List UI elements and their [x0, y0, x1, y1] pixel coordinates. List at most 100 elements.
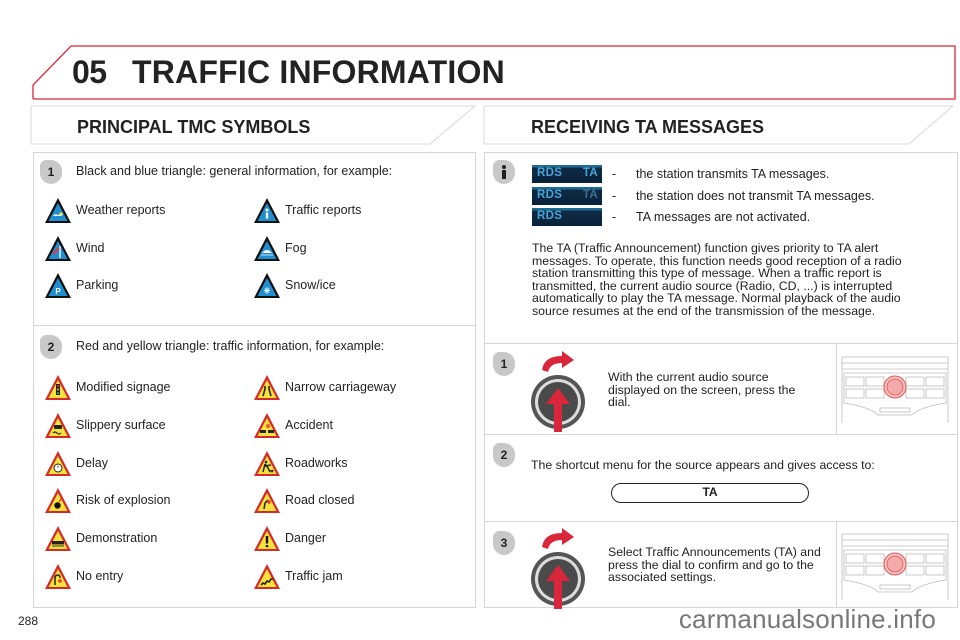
symbol-danger: Danger [253, 524, 326, 552]
demonstration-triangle-icon [45, 526, 71, 551]
slippery-triangle-icon [45, 413, 71, 438]
exclamation-triangle-icon [254, 526, 280, 551]
wind-triangle-icon [45, 236, 71, 261]
symbol-label: Parking [76, 278, 119, 292]
symbol-risk-of-explosion: Risk of explosion [44, 486, 171, 514]
dash: - [612, 210, 617, 224]
group-divider [33, 325, 476, 326]
symbol-label: Slippery surface [76, 418, 166, 432]
rds-row-not-transmit: RDS TA - the station does not transmit T… [532, 187, 875, 205]
step-divider [484, 434, 958, 435]
step-divider [484, 343, 958, 344]
weather-triangle-icon [45, 198, 71, 223]
dash: - [612, 189, 617, 203]
bomb-triangle-icon [45, 488, 71, 513]
symbol-label: Accident [285, 418, 333, 432]
rotary-dial-icon[interactable] [528, 525, 588, 611]
ta-menu-button[interactable]: TA [611, 483, 809, 503]
roadworks-triangle-icon [254, 451, 280, 476]
svg-text:P: P [55, 287, 61, 296]
group2-intro: Red and yellow triangle: traffic informa… [76, 339, 385, 353]
rds-label: RDS [537, 210, 563, 222]
rds-indicator: RDS [532, 208, 602, 226]
fog-triangle-icon [254, 236, 280, 261]
symbol-delay: Delay [44, 449, 108, 477]
rds-description: the station does not transmit TA message… [636, 189, 875, 203]
step-divider [484, 521, 958, 522]
step2-text: The shortcut menu for the source appears… [531, 458, 875, 472]
symbol-snow-ice: Snow/ice [253, 271, 336, 299]
rds-description: TA messages are not activated. [636, 210, 811, 224]
radio-panel-illustration [841, 533, 949, 600]
symbol-weather-reports: Weather reports [44, 196, 165, 224]
road-closed-triangle-icon [254, 488, 280, 513]
section-title-tmc-symbols: PRINCIPAL TMC SYMBOLS [77, 117, 311, 137]
ta-description-paragraph: The TA (Traffic Announcement) function g… [532, 241, 902, 318]
symbol-label: Risk of explosion [76, 493, 171, 507]
dash: - [612, 167, 617, 181]
symbol-label: Roadworks [285, 456, 348, 470]
symbol-label: Weather reports [76, 203, 166, 217]
info-badge [493, 160, 515, 184]
symbol-no-entry: No entry [44, 562, 123, 590]
symbol-parking: P Parking [44, 271, 118, 299]
traffic-jam-triangle-icon [254, 564, 280, 589]
step-image-divider [836, 521, 837, 608]
symbol-road-closed: Road closed [253, 486, 355, 514]
symbol-demonstration: Demonstration [44, 524, 157, 552]
symbol-fog: Fog [253, 234, 307, 262]
step-image-divider [836, 343, 837, 434]
symbol-label: No entry [76, 569, 124, 583]
step-badge-2: 2 [40, 335, 62, 359]
symbol-roadworks: Roadworks [253, 449, 348, 477]
symbol-label: Modified signage [76, 380, 171, 394]
rds-label: RDS [537, 167, 563, 179]
step-badge-1: 1 [40, 160, 62, 184]
traffic-light-triangle-icon [45, 375, 71, 400]
snow-triangle-icon [254, 273, 280, 298]
section-title-receiving-ta: RECEIVING TA MESSAGES [531, 117, 765, 137]
watermark: carmanualsonline.info [678, 604, 936, 634]
clock-triangle-icon [45, 451, 71, 476]
step3-text: Select Traffic Announcements (TA) and pr… [608, 545, 821, 585]
symbol-label: Road closed [285, 493, 355, 507]
symbol-slippery-surface: Slippery surface [44, 411, 166, 439]
step1-text: With the current audio source displayed … [608, 370, 796, 410]
symbol-traffic-reports: Traffic reports [253, 196, 361, 224]
symbol-wind: Wind [44, 234, 104, 262]
no-entry-triangle-icon [45, 564, 71, 589]
rds-row-transmits: RDS TA - the station transmits TA messag… [532, 165, 829, 183]
step-badge-ta-3: 3 [493, 531, 515, 555]
step-badge-ta-2: 2 [493, 443, 515, 467]
chapter-title: TRAFFIC INFORMATION [132, 54, 505, 90]
symbol-label: Demonstration [76, 531, 158, 545]
rds-label: RDS [537, 189, 563, 201]
symbol-label: Traffic jam [285, 569, 343, 583]
ta-label: TA [582, 189, 598, 201]
narrow-road-triangle-icon [254, 375, 280, 400]
rds-ta-indicator-dim: RDS TA [532, 187, 602, 205]
symbol-modified-signage: Modified signage [44, 373, 171, 401]
rds-ta-indicator-active: RDS TA [532, 165, 602, 183]
ta-label: TA [582, 167, 598, 179]
symbol-traffic-jam: Traffic jam [253, 562, 343, 590]
symbol-accident: Accident [253, 411, 333, 439]
symbol-label: Snow/ice [285, 278, 336, 292]
accident-triangle-icon [254, 413, 280, 438]
rds-row-not-activated: RDS - TA messages are not activated. [532, 208, 810, 226]
rotary-dial-icon[interactable] [528, 348, 588, 434]
radio-panel-illustration [841, 356, 949, 423]
chapter-number: 05 [72, 54, 107, 90]
rds-description: the station transmits TA messages. [636, 167, 830, 181]
symbol-label: Delay [76, 456, 108, 470]
symbol-label: Wind [76, 241, 105, 255]
symbol-label: Danger [285, 531, 326, 545]
info-icon [502, 165, 506, 179]
symbol-narrow-carriageway: Narrow carriageway [253, 373, 396, 401]
symbol-label: Narrow carriageway [285, 380, 397, 394]
parking-triangle-icon: P [45, 273, 71, 298]
symbol-label: Fog [285, 241, 307, 255]
symbol-label: Traffic reports [285, 203, 362, 217]
info-triangle-icon [254, 198, 280, 223]
group1-intro: Black and blue triangle: general informa… [76, 164, 393, 178]
